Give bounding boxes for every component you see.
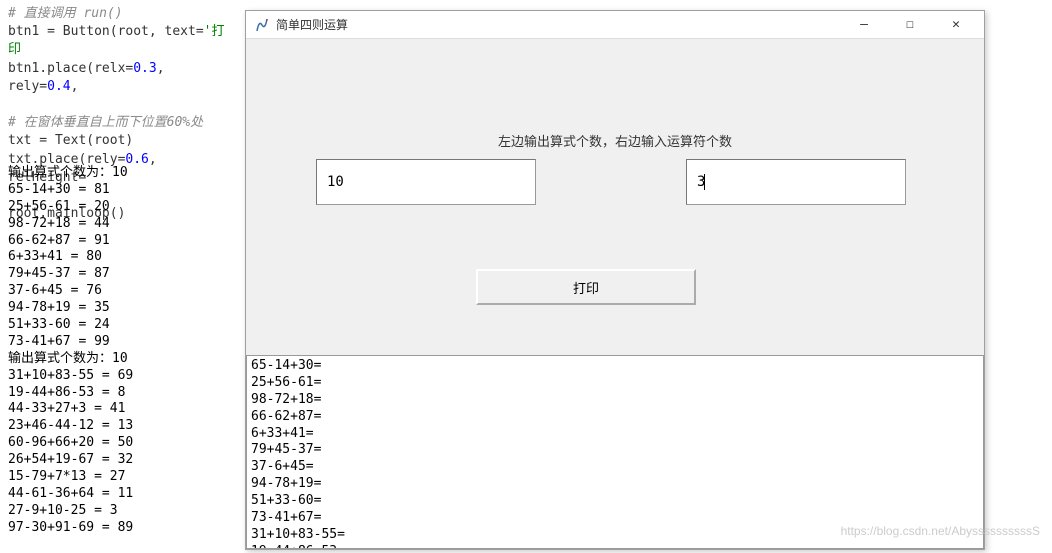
minimize-button[interactable]: —	[850, 15, 878, 35]
maximize-button[interactable]: ☐	[896, 15, 924, 35]
code-line: btn1.place(relx=0.3, rely=0.4,	[8, 60, 237, 96]
code-line: txt = Text(root)	[8, 132, 237, 150]
app-window: 简单四则运算 — ☐ ✕ 左边输出算式个数，右边输入运算符个数 3 打印 65-…	[245, 10, 985, 550]
instruction-label: 左边输出算式个数，右边输入运算符个数	[246, 131, 984, 150]
text-cursor	[704, 174, 705, 190]
code-line: btn1 = Button(root, text='打印	[8, 23, 237, 59]
app-icon	[254, 17, 270, 33]
print-button[interactable]: 打印	[476, 269, 696, 305]
close-button[interactable]: ✕	[942, 15, 970, 35]
window-title: 简单四则运算	[276, 16, 850, 33]
print-button-label: 打印	[573, 278, 599, 297]
titlebar[interactable]: 简单四则运算 — ☐ ✕	[246, 11, 984, 39]
window-body: 左边输出算式个数，右边输入运算符个数 3 打印 65-14+30= 25+56-…	[246, 39, 984, 549]
watermark: https://blog.csdn.net/AbyssssssssssS	[841, 524, 1040, 538]
window-controls: — ☐ ✕	[850, 15, 970, 35]
code-comment: # 在窗体垂直自上而下位置60%处	[8, 115, 203, 130]
operator-count-input[interactable]: 3	[686, 159, 906, 205]
console-output: 输出算式个数为：10 65-14+30 = 81 25+56-61 = 20 9…	[0, 165, 245, 537]
result-textarea[interactable]: 65-14+30= 25+56-61= 98-72+18= 66-62+87= …	[246, 355, 984, 549]
code-comment: # 直接调用 run()	[8, 6, 123, 21]
expression-count-input[interactable]	[316, 159, 536, 205]
